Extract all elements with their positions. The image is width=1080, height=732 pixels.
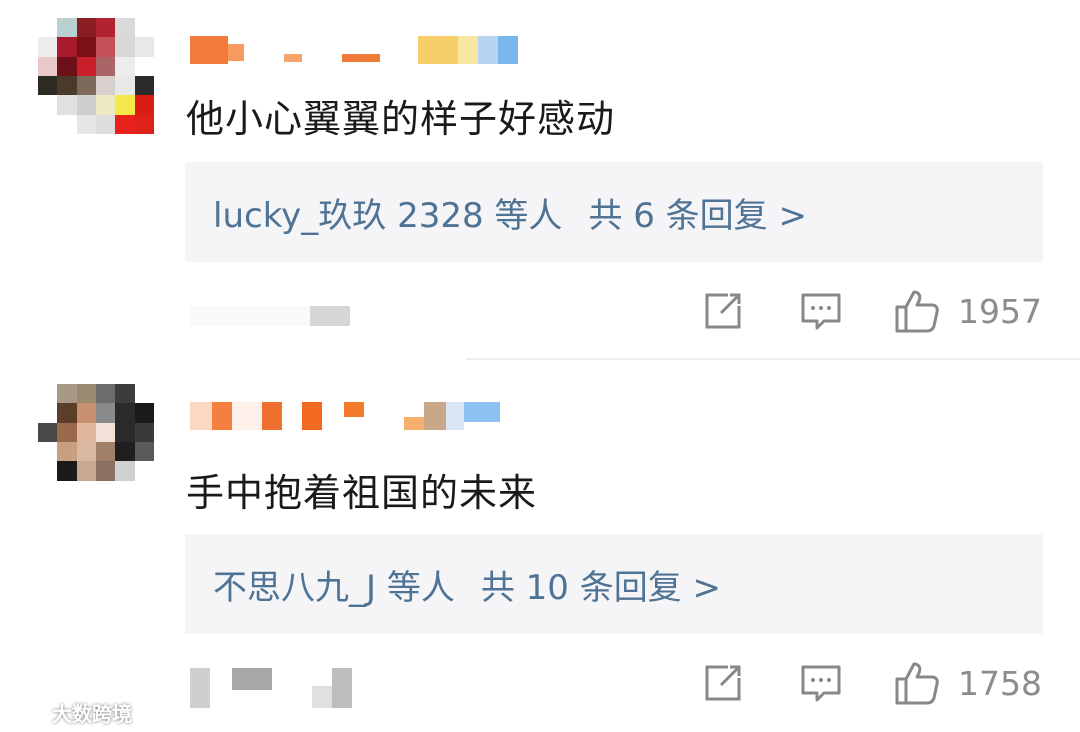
avatar[interactable]: [38, 384, 154, 500]
divider: [466, 358, 1080, 360]
watermark-text: 大数跨境: [52, 701, 132, 726]
like-button[interactable]: 1957: [894, 288, 1042, 334]
share-button[interactable]: [700, 662, 746, 704]
watermark-logo-icon: [9, 702, 44, 722]
replies-box[interactable]: 不思八九_J 等人 共 10 条回复 >: [185, 534, 1043, 634]
replies-count[interactable]: 共 10 条回复 >: [481, 560, 721, 609]
like-count: 1957: [958, 291, 1042, 331]
like-icon: [895, 290, 939, 333]
replies-who[interactable]: lucky_玖玖 2328 等人: [213, 188, 562, 237]
replies-who[interactable]: 不思八九_J 等人: [213, 560, 455, 609]
comment-button[interactable]: [798, 290, 844, 332]
avatar[interactable]: [38, 18, 154, 134]
comment-actions: 1758: [700, 656, 1042, 710]
comment-icon: [801, 665, 841, 702]
comment-meta-redacted: [190, 296, 350, 336]
comment-text: 手中抱着祖国的未来: [186, 471, 538, 515]
comment-icon: [801, 293, 841, 330]
like-icon: [895, 662, 939, 705]
comment-meta-redacted: [190, 668, 352, 708]
replies-box[interactable]: lucky_玖玖 2328 等人 共 6 条回复 >: [185, 162, 1043, 262]
replies-count[interactable]: 共 6 条回复 >: [588, 188, 807, 237]
like-button[interactable]: 1758: [894, 660, 1042, 706]
share-icon: [705, 665, 741, 701]
comment-button[interactable]: [798, 662, 844, 704]
username-redacted[interactable]: [190, 402, 500, 430]
username-redacted[interactable]: [190, 36, 518, 64]
comment-text: 他小心翼翼的样子好感动: [186, 97, 616, 141]
watermark: 大数跨境: [8, 696, 132, 728]
share-icon: [705, 293, 741, 329]
share-button[interactable]: [700, 290, 746, 332]
like-count: 1758: [958, 663, 1042, 703]
comment-actions: 1957: [700, 284, 1042, 338]
